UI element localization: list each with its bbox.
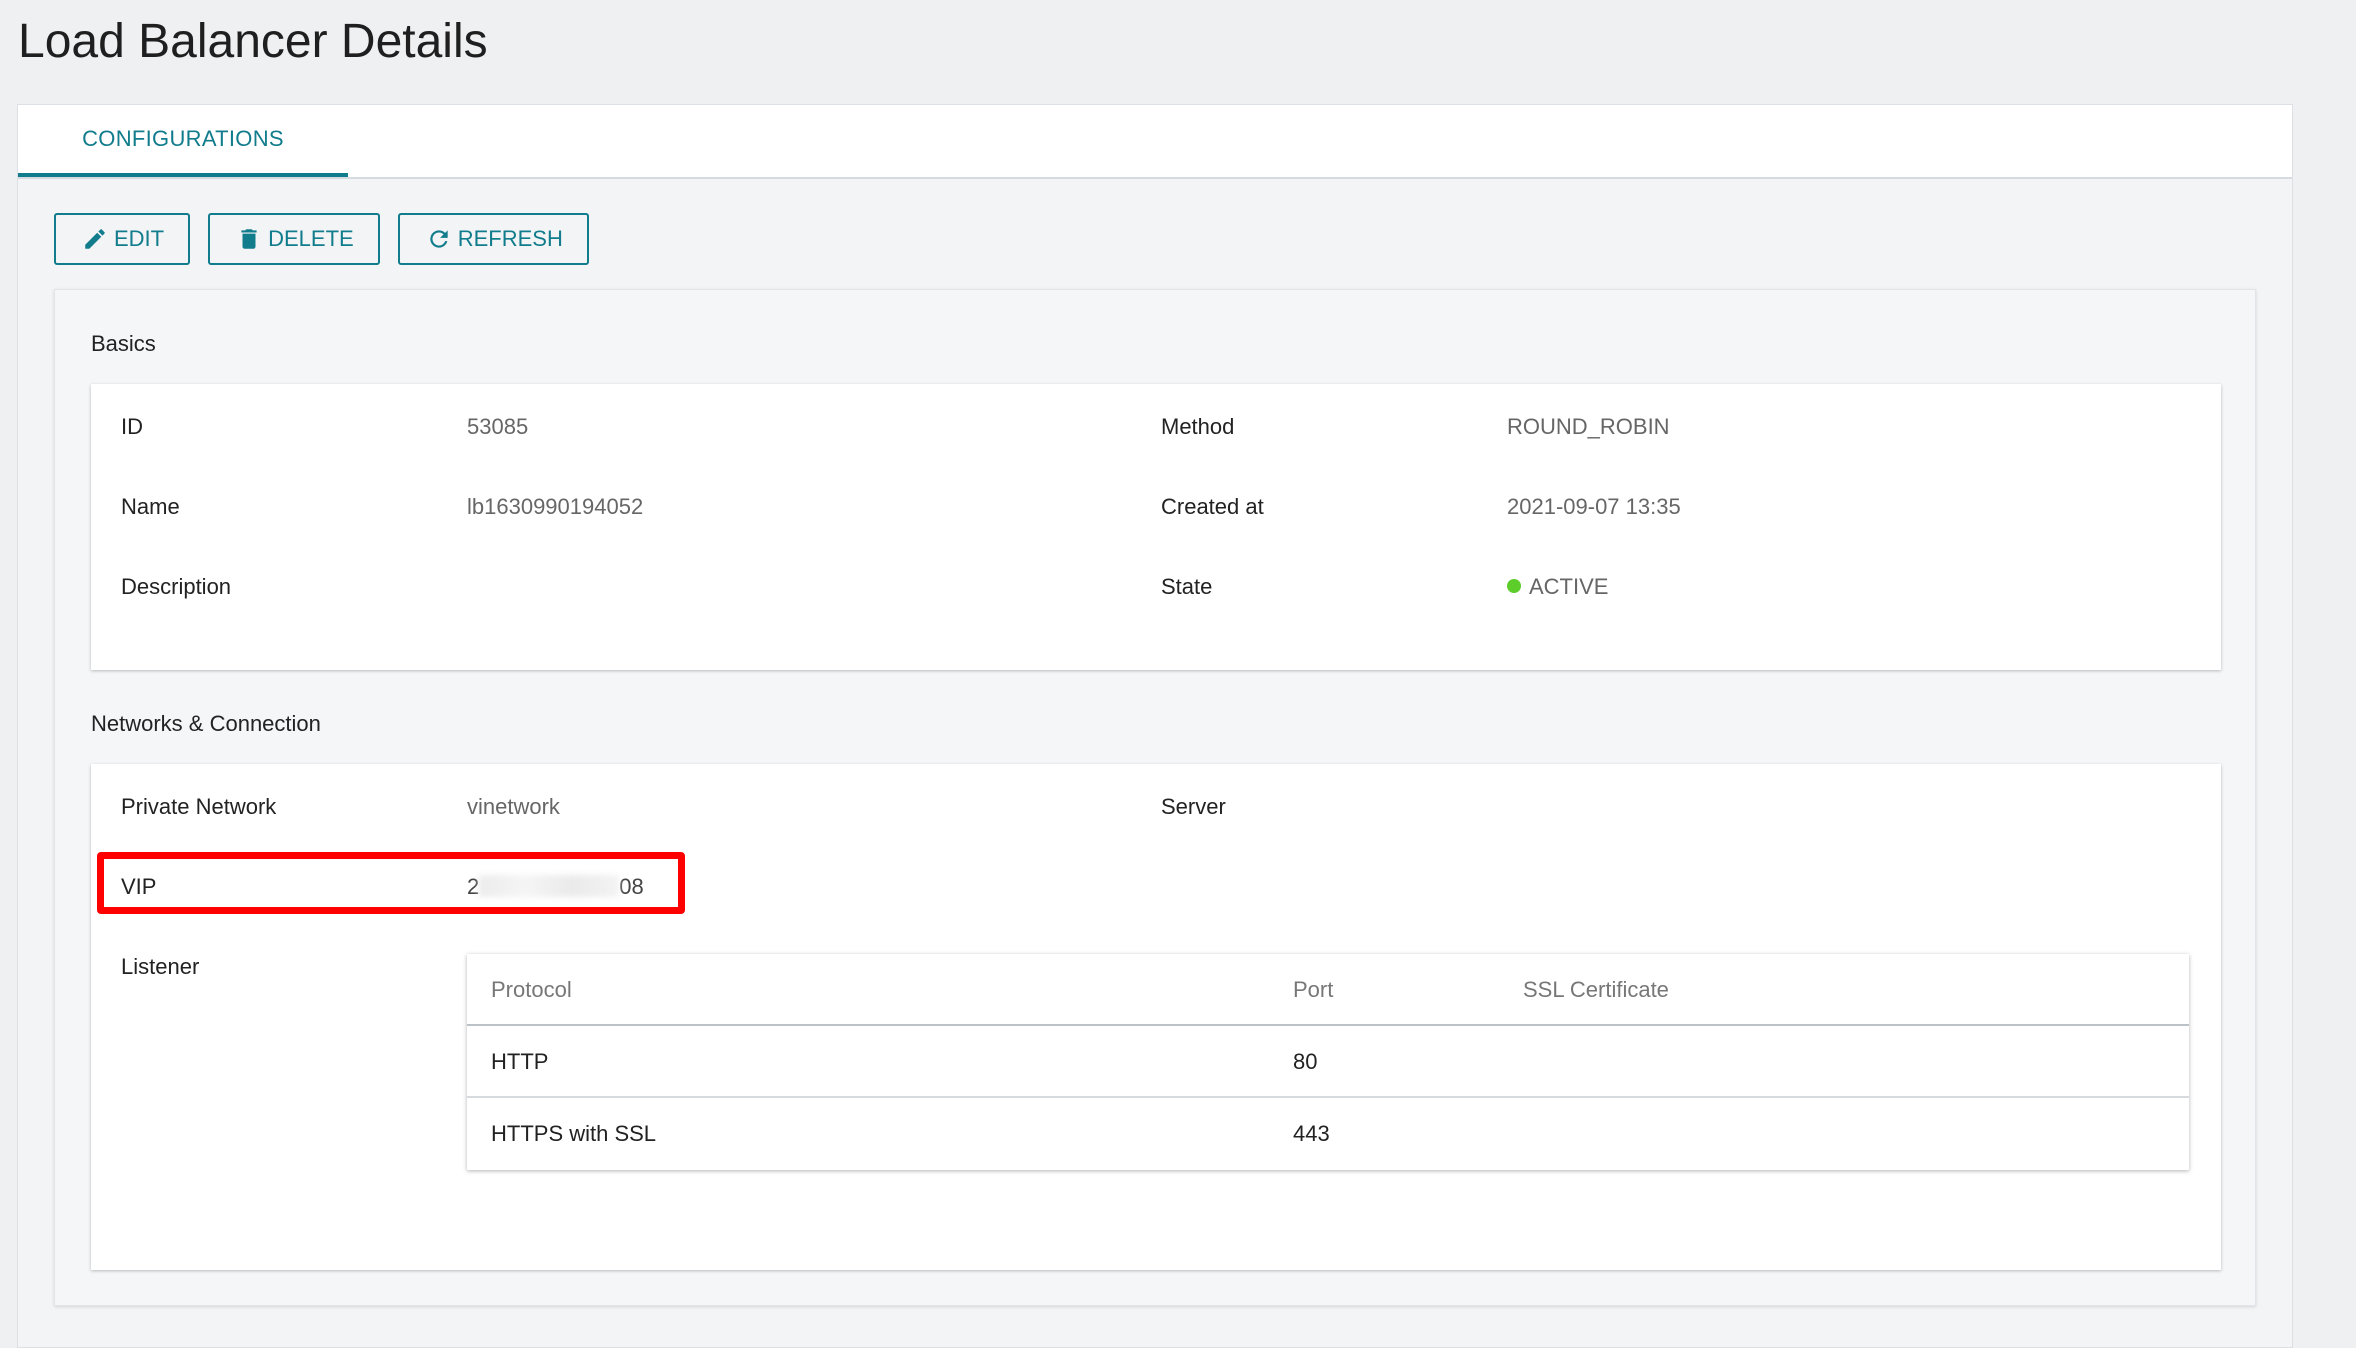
description-label: Description	[121, 574, 232, 599]
configuration-content: Basics ID 53085 Name lb1630990194052 Des…	[54, 289, 2256, 1306]
created-at-value: 2021-09-07 13:35	[1507, 494, 1681, 519]
method-label: Method	[1161, 414, 1235, 439]
private-network-label: Private Network	[121, 794, 277, 819]
id-label: ID	[121, 414, 143, 439]
vip-value-end: 08	[619, 874, 644, 899]
delete-button-label: DELETE	[268, 226, 354, 251]
id-value: 53085	[467, 414, 529, 439]
status-dot-icon	[1507, 579, 1521, 593]
port-cell: 80	[1293, 1049, 1318, 1074]
delete-button[interactable]: DELETE	[208, 213, 380, 265]
refresh-button-label: REFRESH	[457, 226, 563, 251]
redacted-blur	[479, 875, 620, 897]
listener-table: Protocol Port SSL Certificate HTTP 80 HT…	[467, 954, 2189, 1170]
tab-bar: CONFIGURATIONS	[18, 105, 2292, 179]
vip-value: 2 08	[467, 874, 644, 900]
created-at-label: Created at	[1161, 494, 1264, 519]
method-value: ROUND_ROBIN	[1507, 414, 1670, 439]
tab-configurations[interactable]: CONFIGURATIONS	[18, 105, 348, 177]
trash-icon	[241, 229, 257, 249]
state-value: ACTIVE	[1529, 574, 1609, 599]
private-network-value: vinetwork	[467, 794, 560, 819]
details-card: CONFIGURATIONS EDIT DELETE REFRESH Basic…	[17, 104, 2293, 1348]
network-panel: Private Network vinetwork Server VIP 2 08…	[91, 764, 2221, 1270]
refresh-button[interactable]: REFRESH	[397, 213, 589, 265]
vip-label: VIP	[121, 874, 157, 899]
state-label: State	[1161, 574, 1213, 599]
column-header-ssl-certificate: SSL Certificate	[1523, 977, 1669, 1002]
name-value: lb1630990194052	[467, 494, 644, 519]
edit-button-label: EDIT	[114, 226, 165, 251]
table-row: HTTP 80	[467, 1026, 2189, 1098]
port-cell: 443	[1293, 1121, 1330, 1146]
server-label: Server	[1161, 794, 1226, 819]
table-header-row: Protocol Port SSL Certificate	[467, 954, 2189, 1026]
vip-value-start: 2	[467, 874, 480, 899]
name-label: Name	[121, 494, 180, 519]
column-header-protocol: Protocol	[491, 977, 572, 1002]
page-title: Load Balancer Details	[18, 15, 488, 68]
table-row: HTTPS with SSL 443	[467, 1098, 2189, 1170]
listener-label: Listener	[121, 954, 200, 979]
column-header-port: Port	[1293, 977, 1334, 1002]
edit-button[interactable]: EDIT	[54, 213, 191, 265]
protocol-cell: HTTP	[491, 1049, 549, 1074]
basics-panel: ID 53085 Name lb1630990194052 Descriptio…	[91, 384, 2221, 670]
state-badge: ACTIVE	[1507, 574, 1608, 600]
pencil-icon	[85, 229, 105, 249]
protocol-cell: HTTPS with SSL	[491, 1121, 657, 1146]
basics-section-title: Basics	[91, 331, 156, 356]
action-toolbar: EDIT DELETE REFRESH	[54, 213, 589, 265]
network-section-title: Networks & Connection	[91, 711, 321, 736]
refresh-icon	[430, 230, 448, 248]
